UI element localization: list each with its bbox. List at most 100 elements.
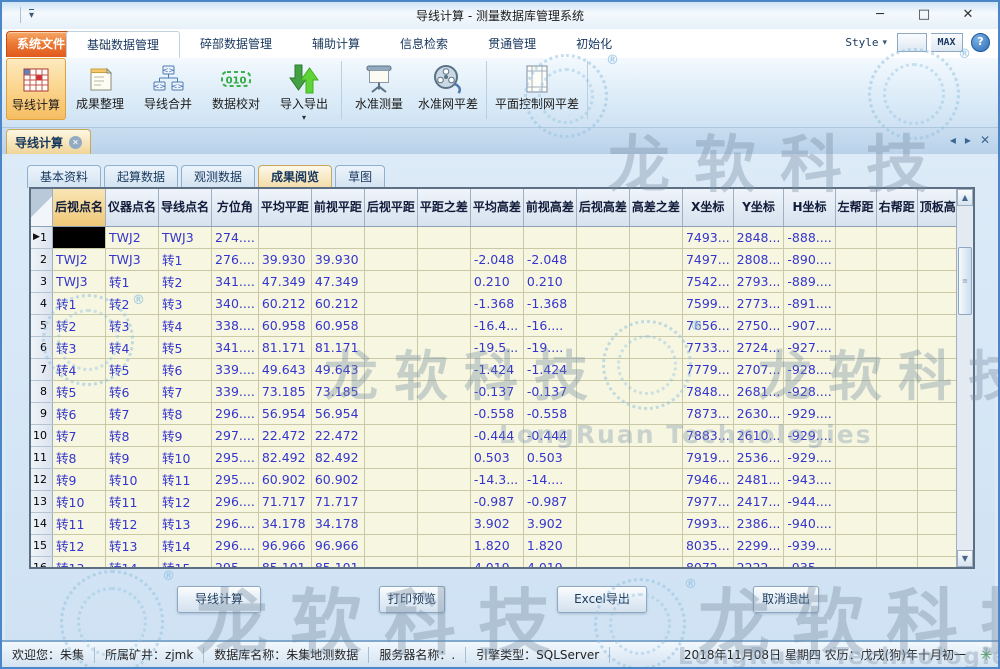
table-cell[interactable] [417, 226, 470, 248]
table-cell[interactable]: 转1 [53, 292, 106, 314]
table-cell[interactable]: 转12 [53, 534, 106, 556]
table-cell[interactable]: 转5 [106, 358, 159, 380]
table-cell[interactable]: 49.643 [311, 358, 364, 380]
table-cell[interactable] [417, 270, 470, 292]
table-cell[interactable]: 2222... [733, 556, 784, 569]
table-cell[interactable]: 85.101 [258, 556, 311, 569]
table-cell[interactable]: 82.492 [311, 446, 364, 468]
table-cell[interactable]: -907.... [784, 314, 835, 336]
table-cell[interactable]: -929.... [784, 402, 835, 424]
ribbon-tab[interactable]: 碎部数据管理 [180, 31, 292, 58]
table-cell[interactable]: 2299... [733, 534, 784, 556]
table-cell[interactable] [876, 336, 917, 358]
column-header[interactable]: 平均高差 [470, 189, 523, 226]
table-cell[interactable] [629, 512, 682, 534]
table-cell[interactable] [876, 490, 917, 512]
table-cell[interactable] [876, 512, 917, 534]
table-cell[interactable] [576, 226, 629, 248]
row-header[interactable]: 12 [31, 468, 53, 490]
table-cell[interactable]: 2793... [733, 270, 784, 292]
subtab[interactable]: 基本资料 [27, 165, 101, 188]
ribbon-button[interactable]: 成果整理 [66, 58, 134, 112]
table-cell[interactable] [835, 534, 876, 556]
maximize-button[interactable]: □ [902, 4, 946, 26]
table-cell[interactable] [835, 490, 876, 512]
table-cell[interactable]: 60.212 [311, 292, 364, 314]
column-header[interactable]: 后视平距 [364, 189, 417, 226]
table-cell[interactable]: 转3 [53, 336, 106, 358]
table-cell[interactable]: 0.210 [470, 270, 523, 292]
table-cell[interactable]: 34.178 [258, 512, 311, 534]
table-cell[interactable]: 81.171 [311, 336, 364, 358]
row-header[interactable]: 6 [31, 336, 53, 358]
table-cell[interactable]: 1.820 [470, 534, 523, 556]
style-preview-box[interactable] [897, 33, 927, 52]
table-cell[interactable]: 转11 [159, 468, 212, 490]
table-cell[interactable]: 73.185 [311, 380, 364, 402]
minimize-button[interactable]: ─ [858, 4, 902, 26]
table-cell[interactable] [576, 534, 629, 556]
table-cell[interactable]: -0.137 [470, 380, 523, 402]
row-header[interactable]: 7 [31, 358, 53, 380]
table-cell[interactable]: 297.... [212, 424, 259, 446]
action-button[interactable]: 导线计算 [177, 586, 261, 613]
table-cell[interactable] [576, 446, 629, 468]
scrollbar-thumb[interactable]: ≡ [958, 247, 972, 315]
table-cell[interactable]: 转6 [159, 358, 212, 380]
table-cell[interactable] [417, 336, 470, 358]
subtab[interactable]: 起算数据 [104, 165, 178, 188]
table-cell[interactable]: 转10 [53, 490, 106, 512]
subtab[interactable]: 观测数据 [181, 165, 255, 188]
table-cell[interactable]: -16.4... [470, 314, 523, 336]
table-cell[interactable] [364, 490, 417, 512]
table-cell[interactable] [629, 556, 682, 569]
table-cell[interactable] [364, 314, 417, 336]
table-cell[interactable]: 2610... [733, 424, 784, 446]
table-cell[interactable]: 338.... [212, 314, 259, 336]
table-cell[interactable]: 296.... [212, 402, 259, 424]
table-cell[interactable] [629, 490, 682, 512]
subtab[interactable]: 草图 [335, 165, 385, 188]
table-cell[interactable]: 2773... [733, 292, 784, 314]
table-cell[interactable] [364, 424, 417, 446]
table-cell[interactable]: 转14 [159, 534, 212, 556]
column-header[interactable]: 平距之差 [417, 189, 470, 226]
table-cell[interactable] [576, 490, 629, 512]
table-cell[interactable]: 296.... [212, 490, 259, 512]
column-header[interactable]: 高差之差 [629, 189, 682, 226]
table-cell[interactable]: -19.... [523, 336, 576, 358]
table-cell[interactable] [576, 512, 629, 534]
table-cell[interactable]: 7883... [682, 424, 733, 446]
table-cell[interactable]: -2.048 [523, 248, 576, 270]
table-cell[interactable]: 转5 [159, 336, 212, 358]
table-cell[interactable] [835, 248, 876, 270]
table-cell[interactable]: 341.... [212, 270, 259, 292]
table-cell[interactable] [876, 468, 917, 490]
table-cell[interactable] [629, 424, 682, 446]
table-cell[interactable]: 7848... [682, 380, 733, 402]
table-cell[interactable]: 2707... [733, 358, 784, 380]
table-cell[interactable] [364, 292, 417, 314]
row-header[interactable]: 9 [31, 402, 53, 424]
table-cell[interactable]: -940.... [784, 512, 835, 534]
table-cell[interactable] [417, 534, 470, 556]
table-cell[interactable]: 47.349 [258, 270, 311, 292]
table-cell[interactable] [876, 248, 917, 270]
ribbon-button[interactable]: <><><>导线合并 [134, 58, 202, 112]
table-cell[interactable]: -928.... [784, 380, 835, 402]
table-cell[interactable]: 2681... [733, 380, 784, 402]
row-header[interactable]: 10 [31, 424, 53, 446]
table-cell[interactable] [417, 314, 470, 336]
table-cell[interactable] [835, 292, 876, 314]
table-cell[interactable] [523, 226, 576, 248]
table-cell[interactable] [364, 534, 417, 556]
table-cell[interactable] [835, 468, 876, 490]
table-cell[interactable] [417, 468, 470, 490]
column-header[interactable]: 前视高差 [523, 189, 576, 226]
table-cell[interactable]: 转3 [159, 292, 212, 314]
table-cell[interactable] [629, 336, 682, 358]
table-cell[interactable]: 96.966 [311, 534, 364, 556]
table-cell[interactable]: 1.820 [523, 534, 576, 556]
table-cell[interactable]: 296.... [212, 534, 259, 556]
vertical-scrollbar[interactable]: ▲ ≡ ▼ [956, 189, 973, 567]
